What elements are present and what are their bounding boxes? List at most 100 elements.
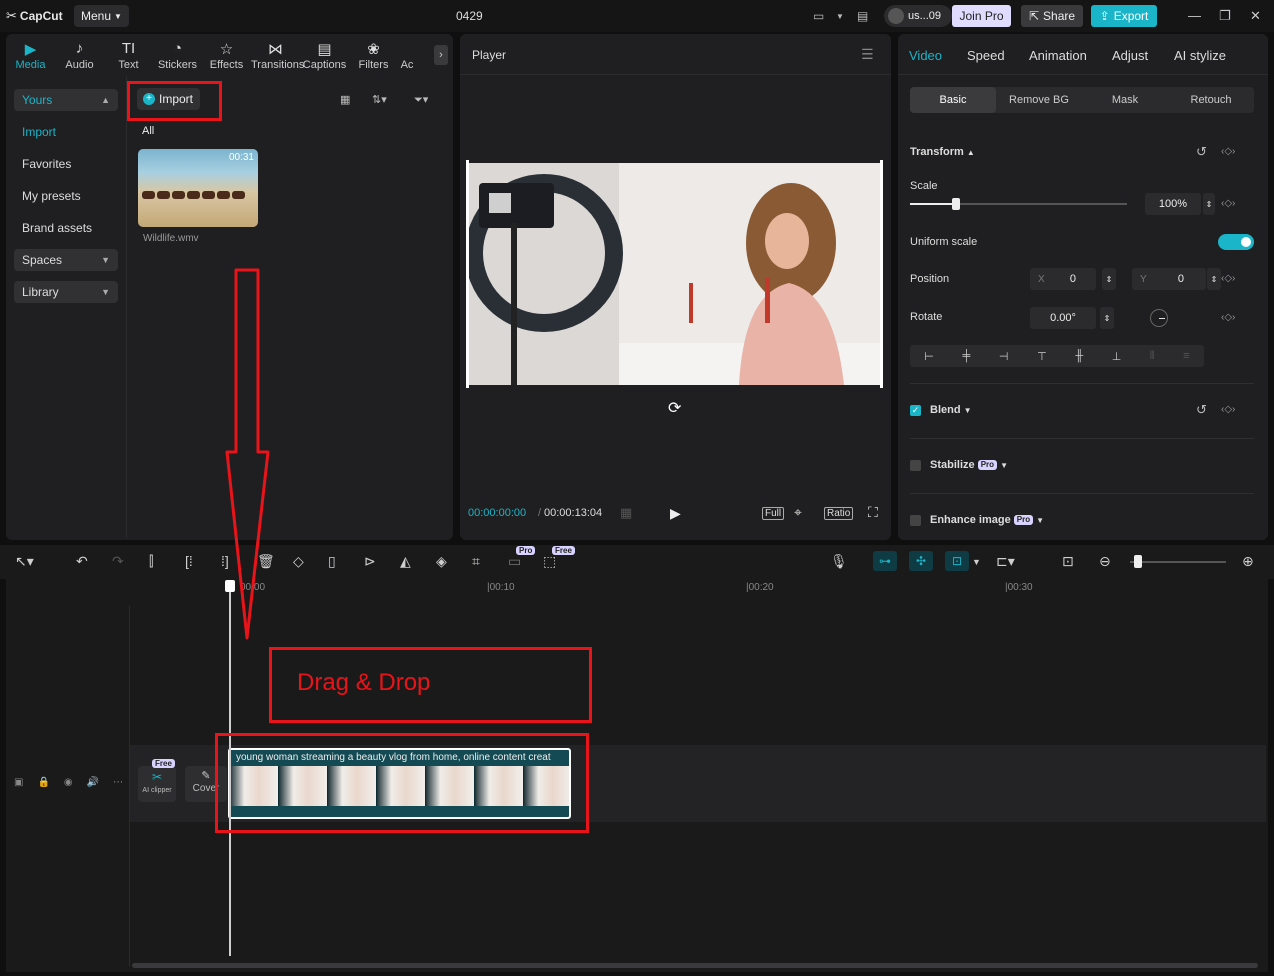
keyframe-icon[interactable]: ‹◇› — [1221, 146, 1235, 157]
tab-stickers[interactable]: ◔ Stickers — [153, 36, 202, 74]
zoom-slider-handle[interactable] — [1134, 555, 1142, 568]
zoom-fit-icon[interactable]: ⌖ — [794, 504, 802, 521]
undo-icon[interactable]: ↶ — [76, 553, 88, 570]
align-right-icon[interactable]: ⊣ — [999, 350, 1009, 363]
play-icon[interactable]: ▶ — [670, 505, 681, 522]
snap-icon[interactable]: ✣ — [909, 551, 933, 571]
rotate-clip-icon[interactable]: ◈ — [436, 553, 447, 570]
tab-media[interactable]: ▶ Media — [6, 36, 55, 74]
sidebar-item-yours[interactable]: Yours ▲ — [14, 89, 118, 111]
rotate-dial-icon[interactable] — [1150, 309, 1168, 327]
blend-checkbox[interactable]: ✓ — [910, 405, 921, 416]
rotate-handle-icon[interactable]: ⟳ — [668, 398, 681, 418]
redo-icon[interactable]: ↷ — [112, 553, 124, 570]
ratio-button[interactable]: Ratio — [824, 507, 854, 520]
speaker-icon[interactable]: 🔊 — [87, 777, 99, 788]
sidebar-item-spaces[interactable]: Spaces ▼ — [14, 249, 118, 271]
subtab-retouch[interactable]: Retouch — [1168, 87, 1254, 113]
linkage-chevron-icon[interactable]: ▼ — [972, 557, 981, 567]
scale-slider[interactable] — [910, 203, 1127, 205]
auto-caption-icon[interactable]: ▭ — [508, 553, 521, 570]
align-top-icon[interactable]: ⊤ — [1037, 350, 1047, 363]
tab-video[interactable]: Video — [909, 48, 942, 63]
export-button[interactable]: ⇪ Export — [1091, 5, 1157, 27]
tab-filters[interactable]: ❀ Filters — [349, 36, 398, 74]
blend-heading[interactable]: Blend ▼ — [930, 404, 972, 416]
align-bottom-icon[interactable]: ⊥ — [1112, 350, 1122, 363]
distribute-v-icon[interactable]: ≡ — [1183, 350, 1189, 362]
sidebar-item-my-presets[interactable]: My presets — [14, 185, 118, 207]
preview-video[interactable] — [469, 163, 882, 385]
share-button[interactable]: ⇱ Share — [1021, 5, 1083, 27]
filter-all[interactable]: All — [142, 125, 154, 137]
join-pro-button[interactable]: Join Pro — [952, 5, 1011, 27]
crop-icon[interactable]: ⌗ — [472, 553, 480, 570]
player-menu-icon[interactable]: ☰ — [861, 46, 874, 63]
stabilize-heading[interactable]: Stabilize Pro ▼ — [930, 459, 1008, 471]
close-icon[interactable]: ✕ — [1250, 8, 1261, 24]
position-y-input[interactable]: Y0 — [1132, 268, 1206, 290]
zoom-in-icon[interactable]: ⊕ — [1242, 553, 1254, 570]
tab-speed[interactable]: Speed — [967, 48, 1005, 63]
lock-icon[interactable]: 🔒 — [37, 777, 49, 788]
mirror-icon[interactable]: ◭ — [400, 553, 411, 570]
user-account[interactable]: us...09 — [884, 5, 952, 27]
scale-stepper-icon[interactable]: ⇕ — [1203, 193, 1215, 215]
reverse-icon[interactable]: ⊳ — [364, 553, 376, 570]
more-icon[interactable]: ⋯ — [113, 777, 123, 788]
subtab-basic[interactable]: Basic — [910, 87, 996, 113]
fullscreen-icon[interactable]: ⛶ — [868, 504, 878, 521]
split-icon[interactable]: ⫿ — [149, 553, 153, 570]
tab-effects[interactable]: ☆ Effects — [202, 36, 251, 74]
media-thumbnail[interactable]: 00:31 — [138, 149, 258, 227]
full-button[interactable]: Full — [762, 507, 785, 520]
enhance-image-checkbox[interactable] — [910, 515, 921, 526]
rotate-input[interactable]: 0.00° — [1030, 307, 1096, 329]
smart-crop-icon[interactable]: ⬚ — [543, 553, 556, 570]
layout-icon[interactable]: ▭ — [813, 9, 824, 23]
reset-icon[interactable]: ↺ — [1196, 144, 1207, 160]
menu-button[interactable]: Menu ▼ — [74, 5, 129, 27]
sidebar-item-favorites[interactable]: Favorites — [14, 153, 118, 175]
sidebar-item-brand-assets[interactable]: Brand assets — [14, 217, 118, 239]
tab-text[interactable]: TI Text — [104, 36, 153, 74]
distribute-h-icon[interactable]: ⫴ — [1150, 350, 1155, 363]
tab-transitions[interactable]: ⋈ Transitions — [251, 36, 304, 74]
crop-handle-left[interactable] — [466, 160, 469, 388]
tab-adjust-props[interactable]: Adjust — [1112, 48, 1148, 63]
scale-input[interactable]: 100% — [1145, 193, 1201, 215]
tab-adjust[interactable]: Ac — [398, 36, 416, 74]
keyboard-icon[interactable]: ▤ — [857, 9, 868, 23]
timeline-grid-icon[interactable]: ▦ — [620, 505, 632, 521]
split-left-icon[interactable]: [⁞ — [185, 553, 193, 569]
eye-icon[interactable]: ◉ — [64, 777, 73, 788]
zoom-out-icon[interactable]: ⊖ — [1099, 553, 1111, 570]
timeline-scrollbar[interactable] — [132, 963, 1258, 968]
position-x-input[interactable]: X0 — [1030, 268, 1096, 290]
keyframe-icon[interactable]: ‹◇› — [1221, 404, 1235, 415]
tab-captions[interactable]: ▤ Captions — [300, 36, 349, 74]
keyframe-icon[interactable]: ‹◇› — [1221, 312, 1235, 323]
enhance-image-heading[interactable]: Enhance image Pro ▼ — [930, 514, 1044, 526]
crop-handle-right[interactable] — [880, 160, 883, 388]
uniform-scale-toggle[interactable] — [1218, 234, 1254, 250]
sidebar-item-import[interactable]: Import — [14, 121, 118, 143]
position-x-stepper-icon[interactable]: ⇕ — [1102, 268, 1116, 290]
keyframe-icon[interactable]: ‹◇› — [1221, 198, 1235, 209]
ai-clipper-button[interactable]: ✂ AI clipper — [138, 766, 176, 802]
align-center-h-icon[interactable]: ╪ — [963, 350, 971, 362]
marker-icon[interactable]: ◇ — [293, 553, 304, 570]
linkage-icon[interactable]: ⊡ — [945, 551, 969, 571]
reset-icon[interactable]: ↺ — [1196, 402, 1207, 418]
microphone-icon[interactable]: 🎙 — [830, 553, 848, 570]
stabilize-checkbox[interactable] — [910, 460, 921, 471]
zoom-slider[interactable] — [1130, 561, 1226, 563]
maximize-icon[interactable]: ❐ — [1219, 8, 1231, 24]
align-left-icon[interactable]: ⊢ — [924, 350, 934, 363]
select-tool-icon[interactable]: ↖▾ — [15, 553, 34, 570]
keyframe-icon[interactable]: ‹◇› — [1221, 273, 1235, 284]
tab-ai-stylize[interactable]: AI stylize — [1174, 48, 1226, 63]
scale-slider-handle[interactable] — [952, 198, 960, 210]
subtab-remove-bg[interactable]: Remove BG — [996, 87, 1082, 113]
tabs-scroll-right-icon[interactable]: › — [434, 45, 448, 65]
